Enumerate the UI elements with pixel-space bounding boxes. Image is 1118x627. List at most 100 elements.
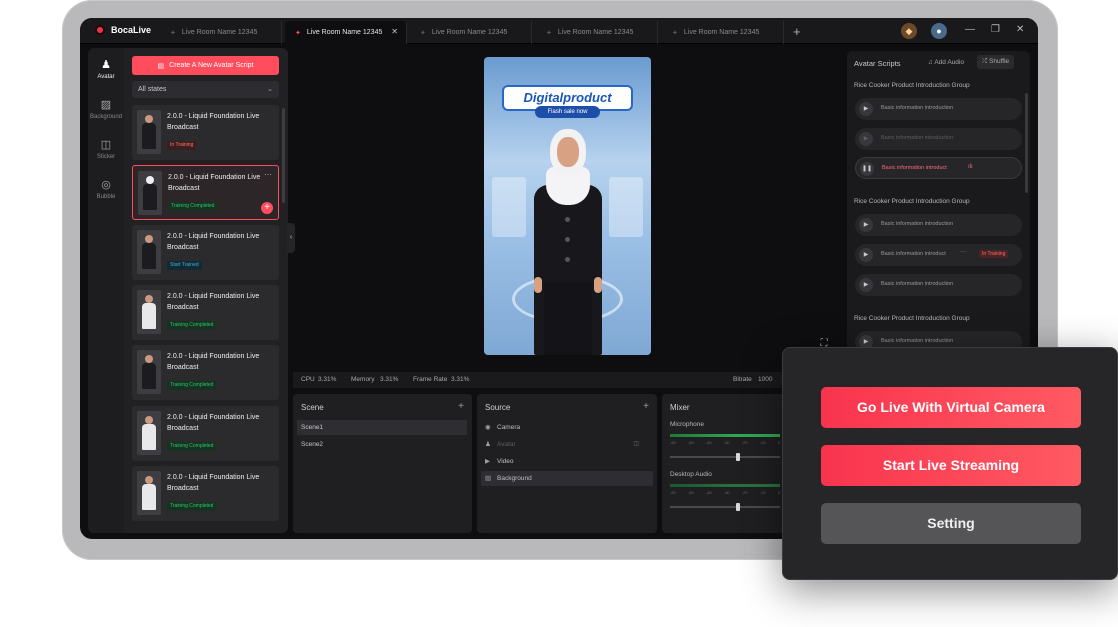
script-item[interactable]: ▶ Basic information introduction <box>855 128 1022 150</box>
avatar-card-title: 2.0.0 - Liquid Foundation Live Broadcast <box>167 474 260 492</box>
play-icon[interactable]: ▶ <box>859 278 873 292</box>
script-label: Basic information introduction <box>881 105 954 111</box>
tab-live-room-3[interactable]: ✦ Live Room Name 12345 <box>410 21 532 44</box>
more-icon[interactable]: ··· <box>960 249 966 255</box>
jacket-button <box>565 237 570 242</box>
rail-item-avatar[interactable]: ♟ Avatar <box>88 58 124 80</box>
tab-live-room-4[interactable]: ✦ Live Room Name 12345 <box>536 21 658 44</box>
tick-label: -30 <box>723 490 730 495</box>
tab-label: Live Room Name 12345 <box>306 29 383 36</box>
close-icon[interactable]: ✕ <box>1016 24 1024 35</box>
avatar-card[interactable]: 2.0.0 - Liquid Foundation Live Broadcast… <box>132 105 279 160</box>
avatar-card-selected[interactable]: 2.0.0 - Liquid Foundation Live Broadcast… <box>132 165 279 220</box>
desktop-volume-slider[interactable] <box>670 503 780 511</box>
pause-icon[interactable]: ❚❚ <box>860 162 874 176</box>
state-filter-select[interactable]: All states ⌄ <box>132 81 279 98</box>
script-item[interactable]: ▶ Basic information introduction <box>855 98 1022 120</box>
rail-item-background[interactable]: ▨ Background <box>88 98 124 120</box>
start-live-streaming-button[interactable]: Start Live Streaming <box>821 445 1081 486</box>
script-item[interactable]: ▶ Basic information introduction <box>855 274 1022 296</box>
in-training-badge: In Training <box>979 250 1009 258</box>
play-icon[interactable]: ▶ <box>859 132 873 146</box>
avatar-head <box>145 295 153 303</box>
shuffle-label: Shuffle <box>989 58 1010 65</box>
microphone-volume-slider[interactable] <box>670 453 780 461</box>
avatar-card[interactable]: 2.0.0 - Liquid Foundation Live Broadcast… <box>132 466 279 521</box>
add-scene-button[interactable]: + <box>458 401 464 412</box>
tab-live-room-2[interactable]: ✦ Live Room Name 12345 ✕ <box>285 21 407 44</box>
add-tab-button[interactable]: + <box>793 24 801 39</box>
avatar-card-title: 2.0.0 - Liquid Foundation Live Broadcast <box>167 113 260 131</box>
memory-label: Memory <box>351 376 375 383</box>
scene-item[interactable]: Scene2 <box>297 437 467 452</box>
shuffle-icon: ⤮ <box>982 58 990 65</box>
tick-label: -10 <box>759 490 766 495</box>
presenter-hand <box>534 277 542 293</box>
avatar-card[interactable]: 2.0.0 - Liquid Foundation Live Broadcast… <box>132 225 279 280</box>
source-label: Camera <box>497 424 521 431</box>
avatar-card[interactable]: 2.0.0 - Liquid Foundation Live Broadcast… <box>132 285 279 340</box>
shuffle-button[interactable]: ⤮ Shuffle <box>977 55 1015 69</box>
list-scrollbar[interactable] <box>282 108 285 203</box>
rail-label: Avatar <box>97 74 115 80</box>
scene-panel: Scene + Scene1 Scene2 <box>293 394 472 533</box>
more-options-icon[interactable]: ··· <box>264 170 272 179</box>
script-item[interactable]: ▶ Basic information introduct ··· In Traini… <box>855 244 1022 266</box>
pin-icon: ✦ <box>295 29 301 37</box>
slider-knob[interactable] <box>736 503 740 511</box>
sticker-icon: ◫ <box>100 139 112 151</box>
source-item-camera[interactable]: ◉ Camera <box>481 420 653 435</box>
go-live-virtual-camera-button[interactable]: Go Live With Virtual Camera <box>821 387 1081 428</box>
play-icon[interactable]: ▶ <box>859 102 873 116</box>
add-icon[interactable]: + <box>261 202 273 214</box>
slider-knob[interactable] <box>736 453 740 461</box>
rail-label: Bubble <box>96 194 116 200</box>
play-icon[interactable]: ▶ <box>859 248 873 262</box>
scripts-scrollbar[interactable] <box>1025 93 1028 193</box>
create-avatar-script-button[interactable]: ▤ Create A New Avatar Script <box>132 56 279 75</box>
source-label: Video <box>497 458 514 465</box>
tab-live-room-1[interactable]: ✦ Live Room Name 12345 <box>160 21 282 44</box>
avatar[interactable]: ● <box>931 23 947 39</box>
avatar-body <box>142 303 156 329</box>
rail-item-sticker[interactable]: ◫ Sticker <box>88 138 124 160</box>
avatar-thumbnail <box>137 110 161 154</box>
avatar-card[interactable]: 2.0.0 - Liquid Foundation Live Broadcast… <box>132 406 279 461</box>
tick-label: -50 <box>687 440 694 445</box>
close-tab-icon[interactable]: ✕ <box>391 27 398 36</box>
avatar-thumbnail <box>138 171 162 215</box>
rail-label: Sticker <box>96 154 116 160</box>
avatar-list-panel: ▤ Create A New Avatar Script All states ⌄ … <box>124 48 288 533</box>
source-title: Source <box>485 403 511 412</box>
microphone-meter <box>670 434 780 437</box>
source-item-avatar[interactable]: ♟ Avatar ◫ <box>481 437 653 452</box>
restore-icon[interactable]: ❐ <box>991 24 1000 35</box>
desktop-audio-label: Desktop Audio <box>670 471 712 478</box>
avatar-card[interactable]: 2.0.0 - Liquid Foundation Live Broadcast… <box>132 345 279 400</box>
person-icon: ♟ <box>101 59 111 71</box>
setting-button[interactable]: Setting <box>821 503 1081 544</box>
bitrate-label: Bitrate <box>733 376 752 383</box>
premium-icon[interactable]: ◆ <box>901 23 917 39</box>
source-item-background[interactable]: ▨ Background <box>481 471 653 486</box>
presenter-hand <box>594 277 602 293</box>
status-badge: Training Completed <box>167 442 217 451</box>
avatar-body <box>142 123 156 149</box>
script-label: Basic information introduction <box>881 221 954 227</box>
minimize-icon[interactable]: — <box>965 24 975 35</box>
scene-item[interactable]: Scene1 <box>297 420 467 435</box>
play-icon[interactable]: ▶ <box>859 218 873 232</box>
add-source-button[interactable]: + <box>643 401 649 412</box>
tab-live-room-5[interactable]: ✦ Live Room Name 12345 <box>662 21 784 44</box>
add-audio-button[interactable]: ♫ Add Audio <box>924 57 968 68</box>
script-item[interactable]: ▶ Basic information introduction <box>855 214 1022 236</box>
group-title: Rice Cooker Product Introduction Group <box>854 82 970 89</box>
visibility-icon[interactable]: ◫ <box>633 437 639 452</box>
tab-label: Live Room Name 12345 <box>431 29 508 36</box>
source-item-video[interactable]: ▶ Video <box>481 454 653 469</box>
add-audio-label: Add Audio <box>934 59 964 66</box>
source-panel: Source + ◉ Camera ♟ Avatar ◫ ▶ Video ▨ Backgr… <box>477 394 657 533</box>
script-item-playing[interactable]: ❚❚ Basic information introduct ılı <box>855 157 1022 179</box>
rail-item-bubble[interactable]: ◎ Bubble <box>88 178 124 200</box>
collapse-panel-button[interactable]: ‹ <box>287 223 295 253</box>
